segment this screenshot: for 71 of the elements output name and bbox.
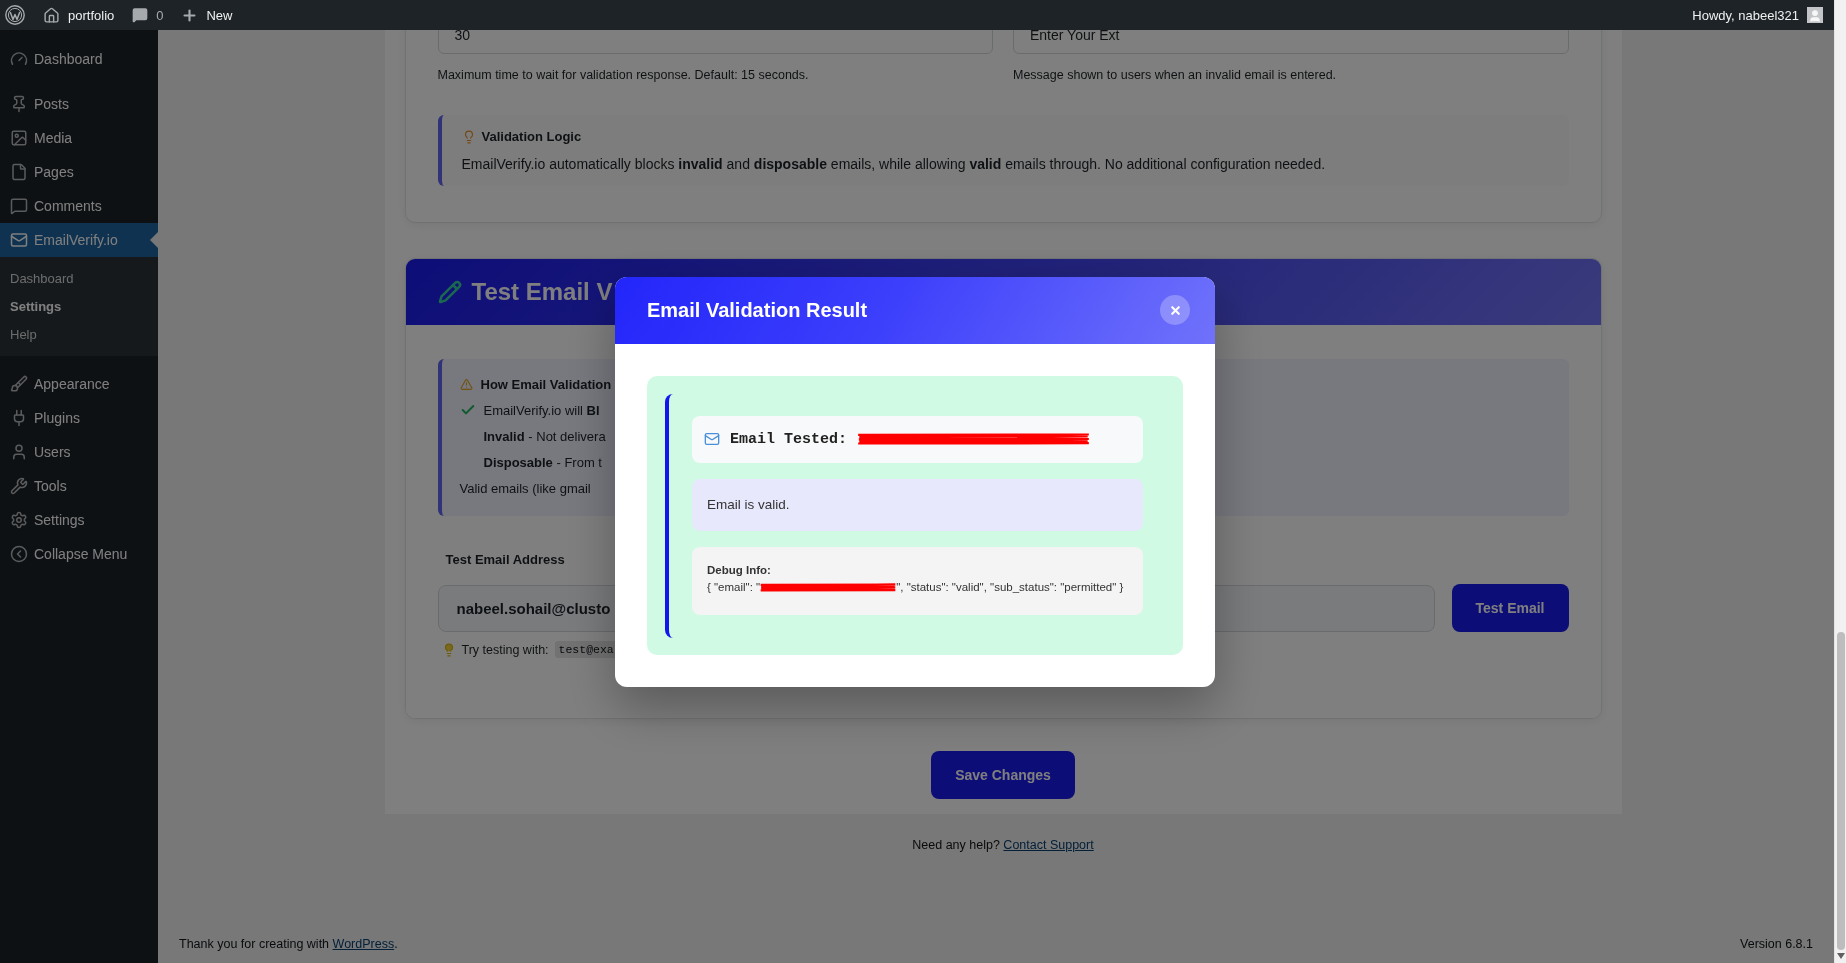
wrench-icon <box>10 477 28 495</box>
gauge-icon <box>10 50 28 68</box>
submenu-item[interactable]: Dashboard <box>0 264 158 292</box>
home-icon <box>43 6 60 24</box>
speech-bubble-icon <box>132 7 149 23</box>
scrollbar-thumb[interactable] <box>1836 632 1845 950</box>
footer-credit: Thank you for creating with WordPress. <box>179 937 398 951</box>
sidebar-item[interactable]: Plugins <box>0 401 158 435</box>
sidebar-item[interactable]: Comments <box>0 189 158 223</box>
info-text: Invalid - Not delivera <box>483 428 606 444</box>
scrollbar[interactable] <box>1834 0 1846 963</box>
contact-support-link[interactable]: Contact Support <box>1003 838 1094 852</box>
sidebar-item[interactable]: Pages <box>0 155 158 189</box>
debug-title: Debug Info: <box>707 562 771 578</box>
pin-icon <box>10 95 28 113</box>
input-field[interactable]: 30 <box>437 30 993 54</box>
sidebar-item[interactable]: Dashboard <box>0 42 158 76</box>
close-button[interactable] <box>1160 295 1190 325</box>
sidebar-item[interactable]: Appearance <box>0 367 158 401</box>
sidebar-item[interactable]: Tools <box>0 469 158 503</box>
submenu-item[interactable]: Help <box>0 320 158 348</box>
test-email-button[interactable]: Test Email <box>1451 584 1569 632</box>
sidebar-item[interactable]: Posts <box>0 87 158 121</box>
version-text: Version 6.8.1 <box>1740 937 1813 951</box>
field-help-text: Maximum time to wait for validation response. Default: 15 seconds. <box>437 68 809 82</box>
site-name-link[interactable]: portfolio <box>43 6 115 24</box>
comments-link[interactable]: 0 <box>132 7 164 23</box>
debug-text: { "email": " <box>707 579 761 595</box>
hint-text: Try testing with: <box>461 642 549 657</box>
info-text: EmailVerify.io will Bl <box>483 402 600 418</box>
debug-text: ", "status": "valid", "sub_status": "permitted" } <box>896 579 1124 595</box>
sidebar-item[interactable]: Users <box>0 435 158 469</box>
user-icon <box>10 443 28 461</box>
account-link[interactable]: Howdy, nabeel321 <box>1692 7 1823 23</box>
message-text: Email is valid. <box>707 497 790 512</box>
input-field[interactable]: Enter Your Ext <box>1013 30 1569 54</box>
menu-pointer-icon <box>150 232 158 248</box>
notice-text: EmailVerify.io automatically blocks invalid and disposable emails, while allowing valid emails through. No additional configuration needed. <box>461 156 1326 172</box>
info-text: Valid emails (like gmail <box>459 480 591 496</box>
help-text: Need any help? Contact Support <box>912 838 1094 852</box>
speech-bubble-icon <box>10 197 28 215</box>
scroll-down-arrow-icon[interactable] <box>1836 953 1845 959</box>
sidebar-item[interactable]: Settings <box>0 503 158 537</box>
plus-icon <box>181 6 199 24</box>
gear-icon <box>10 511 28 529</box>
card-title: Test Email V <box>471 278 613 306</box>
example-email[interactable]: test@exa <box>554 641 618 658</box>
submenu-item[interactable]: Settings <box>0 292 158 320</box>
envelope-icon <box>10 231 28 249</box>
warning-icon <box>459 377 473 391</box>
avatar-icon <box>1807 7 1823 23</box>
image-icon <box>10 129 28 147</box>
new-content-link[interactable]: New <box>181 6 233 24</box>
tested-email-label: Email Tested: <box>730 430 848 448</box>
field-label: Test Email Address <box>444 552 565 567</box>
sidebar-item[interactable]: EmailVerify.io <box>0 223 158 257</box>
envelope-icon <box>704 431 720 447</box>
pencil-icon <box>437 280 462 304</box>
info-heading: How Email Validation <box>480 376 612 392</box>
info-text: Disposable - From t <box>483 454 602 470</box>
save-changes-button[interactable]: Save Changes <box>931 751 1075 799</box>
page-icon <box>10 163 28 181</box>
logo-icon[interactable] <box>5 5 25 25</box>
notice-title: Validation Logic <box>481 129 582 144</box>
sidebar-item[interactable]: Collapse Menu <box>0 537 158 571</box>
chevron-circle-icon <box>10 545 28 563</box>
sidebar-item[interactable]: Media <box>0 121 158 155</box>
close-icon <box>1168 303 1182 317</box>
brush-icon <box>10 375 28 393</box>
dialog-title: Email Validation Result <box>647 298 868 322</box>
field-help-text: Message shown to users when an invalid email is entered. <box>1013 68 1337 82</box>
